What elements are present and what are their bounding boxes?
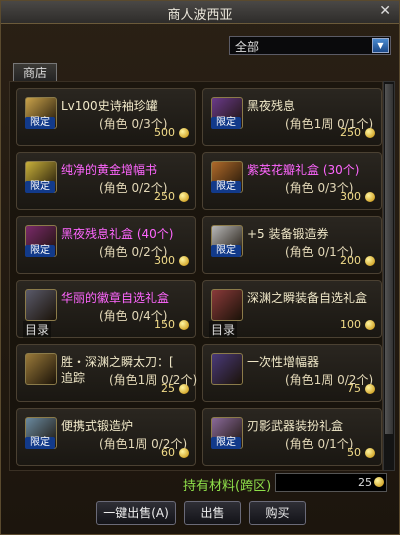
limited-badge: 限定	[25, 181, 55, 193]
item-price: 250	[340, 126, 361, 139]
equipment-box-icon[interactable]	[211, 289, 243, 321]
title-bar[interactable]: 商人波西亚 ✕	[1, 1, 399, 24]
sell-button[interactable]: 出售	[184, 501, 241, 525]
coin-icon	[179, 320, 189, 330]
shop-item-card[interactable]: 限定 紫英花瓣礼盒 (30个) (角色 0/3个) 300	[202, 152, 382, 210]
item-price: 300	[340, 190, 361, 203]
catalog-tag[interactable]: 目录	[209, 321, 238, 338]
amplifier-icon[interactable]	[211, 353, 243, 385]
coin-icon	[365, 320, 375, 330]
shop-item-card[interactable]: 深渊之瞬装备自选礼盒 100 目录	[202, 280, 382, 338]
coin-icon	[179, 192, 189, 202]
coin-icon	[179, 384, 189, 394]
shop-item-card[interactable]: 限定 黑夜残息 (角色1周 0/1个) 250	[202, 88, 382, 146]
scrollbar[interactable]	[383, 81, 395, 471]
coin-icon	[365, 128, 375, 138]
shop-item-card[interactable]: 限定 刃影武器装扮礼盒 (角色 0/1个) 50	[202, 408, 382, 466]
item-name: 刃影武器装扮礼盒	[247, 419, 344, 433]
shop-item-card[interactable]: 胜・深渊之瞬太刀：[追踪 (角色1周 0/2个) 25	[16, 344, 197, 402]
limited-badge: 限定	[211, 117, 241, 129]
badge-box-icon[interactable]	[25, 289, 57, 321]
item-name: 深渊之瞬装备自选礼盒	[247, 291, 368, 305]
item-price: 60	[161, 446, 175, 459]
shop-item-card[interactable]: 限定 黑夜残息礼盒 (40个) (角色 0/2个) 300	[16, 216, 196, 274]
item-list: 限定 Lv100史诗袖珍罐 (角色 0/3个) 500 限定 黑夜残息 (角色1周 0/1个…	[9, 81, 383, 471]
item-name: 纯净的黄金增幅书	[61, 163, 158, 177]
category-dropdown[interactable]: 全部 ▼	[229, 36, 391, 55]
item-name: 黑夜残息礼盒 (40个)	[61, 227, 174, 241]
item-price: 200	[340, 254, 361, 267]
shop-item-card[interactable]: 限定 纯净的黄金增幅书 (角色 0/2个) 250	[16, 152, 196, 210]
limited-badge: 限定	[211, 181, 241, 193]
coin-icon	[179, 128, 189, 138]
window-title: 商人波西亚	[167, 8, 233, 23]
item-price: 250	[154, 190, 175, 203]
material-amount: 25	[275, 473, 387, 492]
item-name: 便携式锻造炉	[61, 419, 134, 433]
catalog-tag[interactable]: 目录	[23, 321, 52, 338]
shop-item-card[interactable]: 限定 便携式锻造炉 (角色1周 0/2个) 60	[16, 408, 196, 466]
item-price: 150	[154, 318, 175, 331]
item-name: Lv100史诗袖珍罐	[61, 99, 158, 113]
limited-badge: 限定	[211, 437, 241, 449]
item-name: +5 装备锻造券	[247, 227, 329, 241]
scrollbar-thumb[interactable]	[385, 84, 393, 434]
shop-item-card[interactable]: 华丽的徽章自选礼盒 (角色 0/4个) 150 目录	[16, 280, 196, 338]
purchase-limit: (角色 0/1个)	[285, 437, 354, 451]
item-name: 一次性增幅器	[247, 355, 320, 369]
chevron-down-icon[interactable]: ▼	[372, 38, 389, 53]
material-value: 25	[358, 476, 372, 489]
item-price: 300	[154, 254, 175, 267]
coin-icon	[365, 256, 375, 266]
material-label: 持有材料(跨区)	[183, 479, 272, 494]
merchant-window: 商人波西亚 ✕ 全部 ▼ 商店 限定 Lv100史诗袖珍罐 (角色 0/3个) 500…	[0, 0, 400, 535]
limited-badge: 限定	[25, 245, 55, 257]
shop-item-card[interactable]: 一次性增幅器 (角色1周 0/2个) 75	[202, 344, 382, 402]
shop-item-card[interactable]: 限定 +5 装备锻造券 (角色 0/1个) 200	[202, 216, 382, 274]
limited-badge: 限定	[25, 437, 55, 449]
item-name: 华丽的徽章自选礼盒	[61, 291, 170, 305]
item-price: 500	[154, 126, 175, 139]
katana-icon[interactable]	[25, 353, 57, 385]
coin-icon	[365, 384, 375, 394]
coin-icon	[179, 448, 189, 458]
limited-badge: 限定	[25, 117, 55, 129]
coin-icon	[365, 448, 375, 458]
item-price: 25	[161, 382, 175, 395]
coin-icon	[374, 477, 384, 487]
item-name-line2: 追踪	[61, 371, 86, 385]
limited-badge: 限定	[211, 245, 241, 257]
item-name: 紫英花瓣礼盒 (30个)	[247, 163, 360, 177]
item-name: 胜・深渊之瞬太刀：[	[61, 355, 174, 369]
item-price: 75	[347, 382, 361, 395]
shop-item-card[interactable]: 限定 Lv100史诗袖珍罐 (角色 0/3个) 500	[16, 88, 196, 146]
close-icon[interactable]: ✕	[379, 3, 391, 19]
coin-icon	[365, 192, 375, 202]
item-name: 黑夜残息	[247, 99, 296, 113]
category-selected: 全部	[235, 40, 260, 54]
tab-shop[interactable]: 商店	[13, 63, 57, 82]
item-price: 100	[340, 318, 361, 331]
coin-icon	[179, 256, 189, 266]
buy-button[interactable]: 购买	[249, 501, 306, 525]
sell-all-button[interactable]: 一键出售(A)	[96, 501, 176, 525]
item-price: 50	[347, 446, 361, 459]
